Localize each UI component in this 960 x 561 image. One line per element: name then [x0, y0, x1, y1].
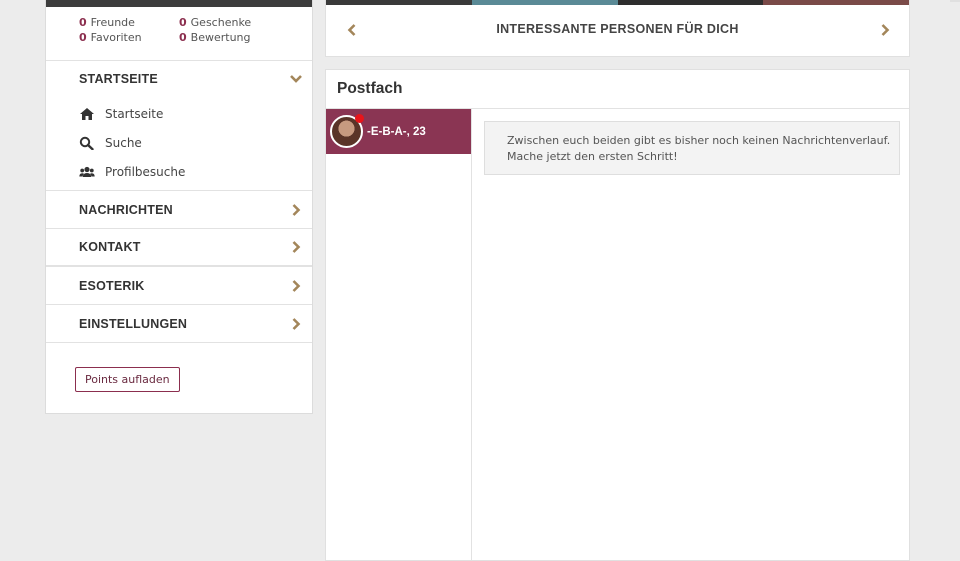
sidebar-top-bar — [46, 0, 312, 7]
points-aufladen-button[interactable]: Points aufladen — [75, 367, 180, 392]
section-kontakt[interactable]: KONTAKT — [46, 229, 312, 267]
stat-freunde[interactable]: 0 Freunde — [79, 16, 135, 29]
chevron-right-icon — [292, 317, 301, 330]
page-edge-line — [950, 0, 960, 2]
section-esoterik[interactable]: ESOTERIK — [46, 267, 312, 305]
photo-thumb[interactable] — [763, 0, 909, 5]
profile-stats: 0 Freunde 0 Geschenke 0 Favoriten 0 Bewertun… — [46, 7, 312, 61]
online-indicator-icon — [355, 114, 364, 123]
sidebar: 0 Freunde 0 Geschenke 0 Favoriten 0 Bewertun… — [45, 0, 313, 414]
startseite-submenu: Startseite Suche Profilbesuche — [46, 97, 312, 191]
postfach-panel: Postfach -E-B-A-, 23 Zwischen euch beide… — [325, 69, 910, 561]
banner-title: INTERESSANTE PERSONEN FÜR DICH — [496, 22, 739, 36]
section-nachrichten[interactable]: NACHRICHTEN — [46, 191, 312, 229]
stat-bewertung[interactable]: 0 Bewertung — [179, 31, 251, 44]
stat-favoriten[interactable]: 0 Favoriten — [79, 31, 142, 44]
chevron-right-icon — [292, 279, 301, 292]
chevron-down-icon — [290, 75, 302, 83]
sidebar-item-startseite[interactable]: Startseite — [46, 99, 312, 128]
chevron-right-icon — [292, 241, 301, 253]
conversation-name: -E-B-A-, 23 — [367, 125, 426, 138]
stat-geschenke[interactable]: 0 Geschenke — [179, 16, 251, 29]
suggestions-banner: INTERESSANTE PERSONEN FÜR DICH — [325, 0, 910, 57]
chevron-right-icon — [292, 203, 301, 216]
conversation-list: -E-B-A-, 23 — [326, 109, 472, 560]
conversation-item[interactable]: -E-B-A-, 23 — [326, 109, 471, 154]
sidebar-item-suche[interactable]: Suche — [46, 128, 312, 157]
points-area: Points aufladen — [46, 343, 312, 392]
section-einstellungen[interactable]: EINSTELLUNGEN — [46, 305, 312, 343]
notice-line-2: Mache jetzt den ersten Schritt! — [507, 149, 678, 163]
home-icon — [80, 107, 94, 120]
avatar — [330, 114, 364, 148]
notice-line-1: Zwischen euch beiden gibt es bisher noch… — [507, 134, 891, 147]
sidebar-item-profilbesuche[interactable]: Profilbesuche — [46, 157, 312, 186]
users-icon — [79, 166, 95, 177]
photo-thumb[interactable] — [471, 0, 618, 5]
section-startseite-label: STARTSEITE — [79, 72, 158, 86]
empty-conversation-notice: Zwischen euch beiden gibt es bisher noch… — [484, 121, 900, 175]
search-icon — [79, 136, 94, 150]
photo-thumb[interactable] — [617, 0, 764, 5]
section-startseite[interactable]: STARTSEITE — [46, 61, 312, 97]
postfach-title: Postfach — [326, 70, 909, 109]
photo-thumb[interactable] — [326, 0, 472, 5]
photo-strip — [326, 0, 909, 5]
chevron-right-icon[interactable] — [879, 23, 891, 37]
